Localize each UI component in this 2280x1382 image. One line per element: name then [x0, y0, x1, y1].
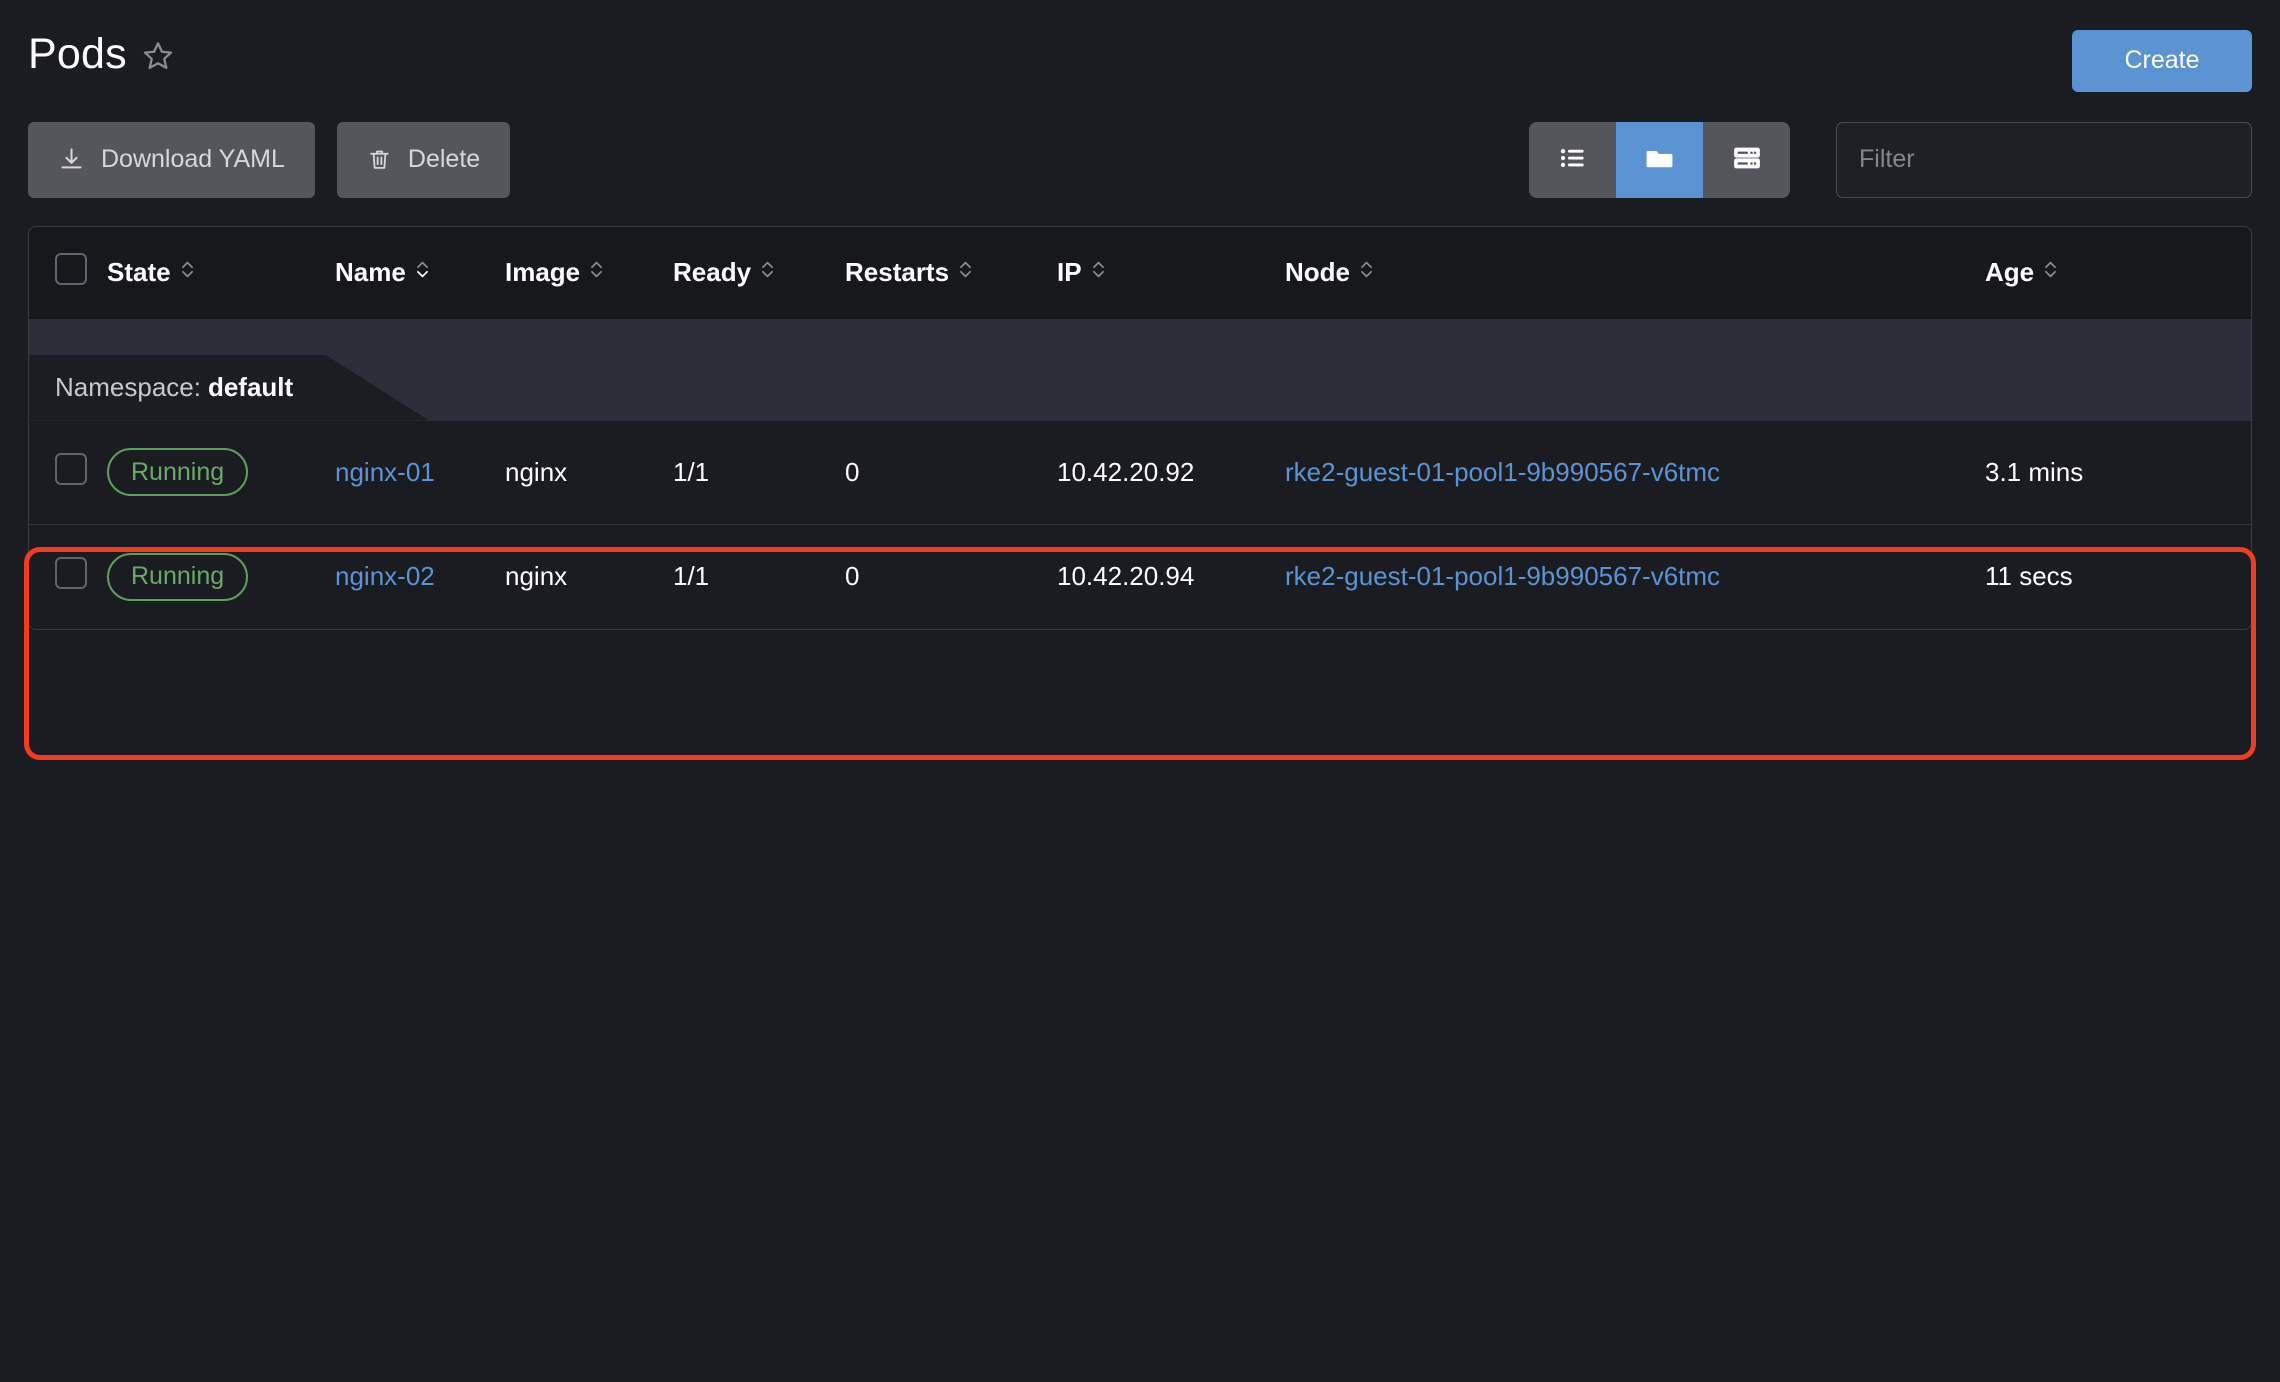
row-select-cell [29, 525, 107, 629]
column-header-ready[interactable]: Ready [673, 227, 845, 319]
column-label-state: State [107, 257, 171, 288]
view-grouped-namespace-button[interactable] [1616, 122, 1703, 198]
status-badge: Running [107, 448, 248, 496]
view-flat-list-button[interactable] [1529, 122, 1616, 198]
column-header-name[interactable]: Name [335, 227, 505, 319]
pod-name-link[interactable]: nginx-01 [335, 457, 435, 487]
download-yaml-button[interactable]: Download YAML [28, 122, 315, 198]
create-button[interactable]: Create [2072, 30, 2252, 92]
sort-icon-active [415, 257, 430, 288]
server-icon [1732, 143, 1762, 176]
cell-actions [2235, 421, 2252, 525]
column-label-ready: Ready [673, 257, 751, 288]
namespace-group-value: default [208, 372, 293, 403]
row-actions-menu-icon[interactable] [2235, 559, 2252, 594]
row-actions-menu-icon[interactable] [2235, 455, 2252, 490]
view-grouped-node-button[interactable] [1703, 122, 1790, 198]
status-badge: Running [107, 553, 248, 601]
column-header-image[interactable]: Image [505, 227, 673, 319]
node-name-link[interactable]: rke2-guest-01-pool1-9b990567-v6tmc [1285, 561, 1720, 591]
cell-age: 11 secs [1985, 525, 2235, 629]
download-icon [58, 146, 85, 173]
column-label-node: Node [1285, 257, 1350, 288]
page-title: Pods [28, 30, 127, 79]
column-label-restarts: Restarts [845, 257, 949, 288]
view-mode-group [1529, 122, 1790, 198]
cell-name: nginx-02 [335, 525, 505, 629]
column-header-restarts[interactable]: Restarts [845, 227, 1057, 319]
cell-ip: 10.42.20.92 [1057, 421, 1285, 525]
cell-ip: 10.42.20.94 [1057, 525, 1285, 629]
namespace-group-row[interactable]: Namespace: default [29, 319, 2252, 421]
star-outline-icon[interactable] [141, 39, 175, 78]
sort-icon [1359, 257, 1374, 288]
select-all-header [29, 227, 107, 319]
cell-image: nginx [505, 421, 673, 525]
cell-image: nginx [505, 525, 673, 629]
toolbar-right [1529, 122, 2252, 198]
row-checkbox[interactable] [55, 453, 87, 485]
column-header-state[interactable]: State [107, 227, 335, 319]
page-header: Pods Create [28, 0, 2252, 92]
cell-restarts: 0 [845, 421, 1057, 525]
cell-node: rke2-guest-01-pool1-9b990567-v6tmc [1285, 525, 1985, 629]
sort-icon [589, 257, 604, 288]
pod-name-link[interactable]: nginx-02 [335, 561, 435, 591]
column-label-age: Age [1985, 257, 2034, 288]
cell-ready: 1/1 [673, 421, 845, 525]
sort-icon [2043, 257, 2058, 288]
sort-icon [1091, 257, 1106, 288]
column-header-age[interactable]: Age [1985, 227, 2235, 319]
node-name-link[interactable]: rke2-guest-01-pool1-9b990567-v6tmc [1285, 457, 1720, 487]
folder-icon [1644, 143, 1675, 177]
cell-node: rke2-guest-01-pool1-9b990567-v6tmc [1285, 421, 1985, 525]
pods-table: State Name [28, 226, 2252, 630]
cell-ready: 1/1 [673, 525, 845, 629]
column-label-ip: IP [1057, 257, 1082, 288]
delete-label: Delete [408, 145, 480, 174]
select-all-checkbox[interactable] [55, 253, 87, 285]
namespace-group-label: Namespace: [55, 372, 201, 403]
cell-restarts: 0 [845, 525, 1057, 629]
list-icon [1558, 143, 1588, 176]
download-yaml-label: Download YAML [101, 145, 285, 174]
column-header-ip[interactable]: IP [1057, 227, 1285, 319]
cell-actions [2235, 525, 2252, 629]
cell-name: nginx-01 [335, 421, 505, 525]
column-header-actions [2235, 227, 2252, 319]
column-label-name: Name [335, 257, 406, 288]
row-checkbox[interactable] [55, 557, 87, 589]
filter-input[interactable] [1836, 122, 2252, 198]
delete-button[interactable]: Delete [337, 122, 510, 198]
title-area: Pods [28, 30, 175, 79]
sort-icon [760, 257, 775, 288]
cell-state: Running [107, 421, 335, 525]
column-label-image: Image [505, 257, 580, 288]
cell-state: Running [107, 525, 335, 629]
column-header-node[interactable]: Node [1285, 227, 1985, 319]
table-header-row: State Name [29, 227, 2252, 319]
cell-age: 3.1 mins [1985, 421, 2235, 525]
table-row[interactable]: Running nginx-01 nginx 1/1 0 10.42.20.92… [29, 421, 2252, 525]
pods-page: Pods Create Download YAML Delete [0, 0, 2280, 1382]
trash-icon [367, 147, 392, 172]
action-toolbar: Download YAML Delete [28, 122, 2252, 198]
table-row[interactable]: Running nginx-02 nginx 1/1 0 10.42.20.94… [29, 525, 2252, 629]
namespace-group-tab[interactable]: Namespace: default [29, 355, 429, 421]
sort-icon [958, 257, 973, 288]
row-select-cell [29, 421, 107, 525]
sort-icon [180, 257, 195, 288]
